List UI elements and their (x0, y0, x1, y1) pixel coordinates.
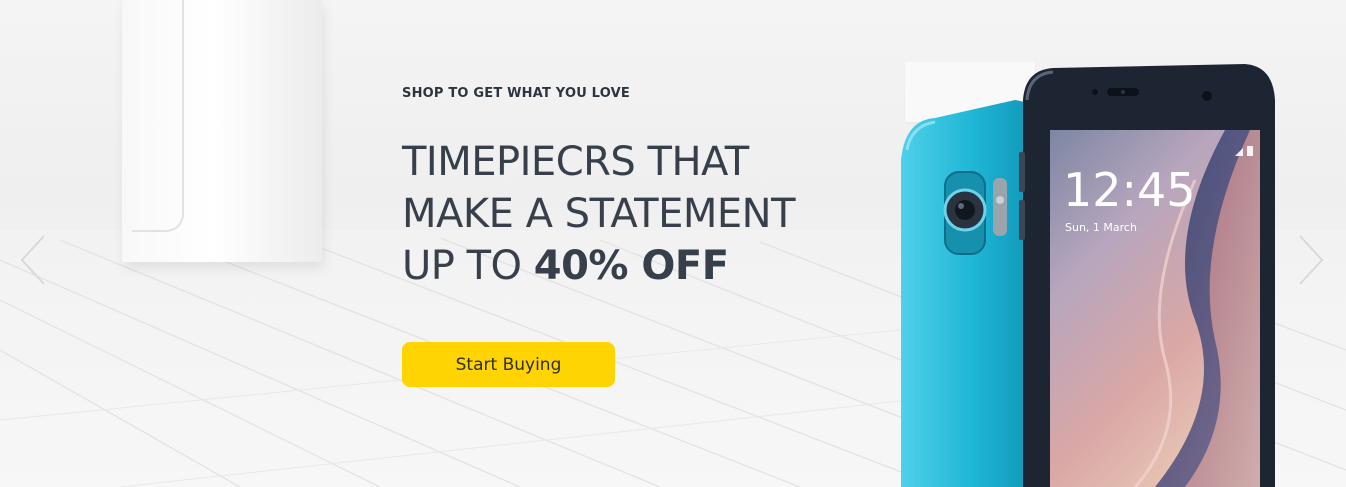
next-slide-button[interactable] (1290, 232, 1330, 288)
hero-content: SHOP TO GET WHAT YOU LOVE TIMEPIECRS THA… (402, 84, 882, 292)
hero-eyebrow: SHOP TO GET WHAT YOU LOVE (402, 86, 630, 101)
chevron-left-icon (20, 235, 45, 285)
door-panel-image (122, 0, 322, 262)
phone-product-image: 12:45 Sun, 1 March (901, 64, 1275, 487)
dark-phone-front: 12:45 Sun, 1 March (1019, 64, 1275, 487)
hero-headline: TIMEPIECRS THAT MAKE A STATEMENT UP TO 4… (402, 136, 882, 292)
discount-text: 40% OFF (533, 243, 729, 289)
prev-slide-button[interactable] (14, 232, 54, 288)
headline-line-3-prefix: UP TO (402, 243, 534, 289)
chevron-right-icon (1299, 235, 1324, 285)
headline-line-2: MAKE A STATEMENT (402, 191, 796, 237)
door-inset (132, 0, 184, 232)
headline-line-3: UP TO 40% OFF (402, 240, 882, 292)
phone-date: Sun, 1 March (1065, 221, 1137, 234)
hero-slider: SHOP TO GET WHAT YOU LOVE TIMEPIECRS THA… (0, 0, 1346, 487)
headline-line-1: TIMEPIECRS THAT (402, 139, 749, 185)
phone-clock: 12:45 (1063, 163, 1196, 217)
start-buying-button[interactable]: Start Buying (402, 342, 615, 387)
